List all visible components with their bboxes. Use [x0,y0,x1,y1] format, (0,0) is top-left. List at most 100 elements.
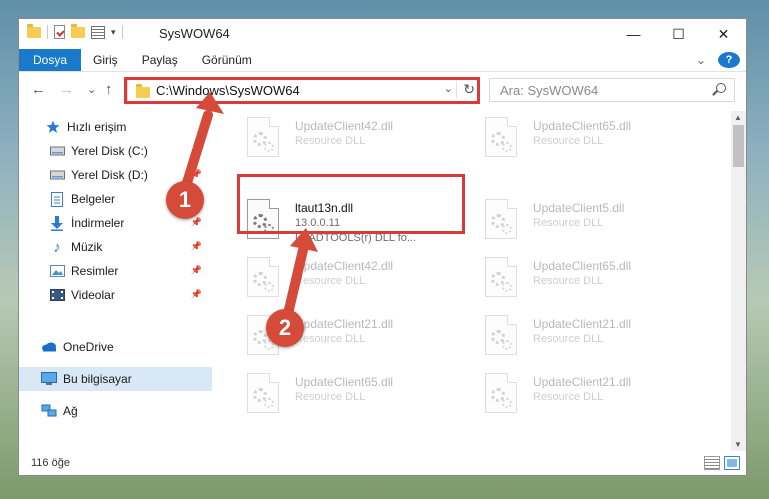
folder-icon [27,23,41,38]
pin-icon[interactable]: 📌 [191,145,202,156]
navigation-pane: Hızlı erişim Yerel Disk (C:) 📌 Yerel Dis… [19,111,212,451]
help-icon[interactable]: ? [718,52,740,68]
sidebar-item-local-disk-c[interactable]: Yerel Disk (C:) 📌 [19,139,212,163]
item-count: 116 öğe [31,457,70,469]
dll-file-icon [247,199,279,239]
tab-giris[interactable]: Giriş [81,49,130,71]
tiles-view-button[interactable] [724,456,740,470]
address-dropdown-icon[interactable]: ⌄ [444,82,453,95]
vertical-scrollbar[interactable]: ▲ ▼ [731,111,746,451]
file-type: Resource DLL [533,135,604,147]
videos-icon [49,287,65,303]
sidebar-item-this-pc[interactable]: Bu bilgisayar [19,367,212,391]
dll-file-icon [485,117,517,157]
address-path[interactable]: C:\Windows\SysWOW64 [156,83,300,98]
tab-gorunum[interactable]: Görünüm [190,49,264,71]
file-type: Resource DLL [295,135,366,147]
sidebar-item-pictures[interactable]: Resimler 📌 [19,259,212,283]
gear-icon [502,282,512,292]
file-name: UpdateClient21.dll [295,317,394,331]
sidebar-item-label: Yerel Disk (C:) [71,144,148,158]
file-description: LEADTOOLS(r) DLL fo... [295,232,417,244]
sidebar-item-onedrive[interactable]: OneDrive [19,335,212,359]
sidebar-item-label: Bu bilgisayar [63,372,132,386]
recent-locations-button[interactable]: ⌄ [87,83,96,96]
file-name: UpdateClient65.dll [533,259,632,273]
close-button[interactable]: ✕ [701,19,746,49]
minimize-button[interactable]: — [611,19,656,49]
forward-button[interactable]: → [59,81,74,98]
pin-icon[interactable]: 📌 [191,289,202,300]
properties-icon[interactable] [54,25,65,39]
file-tile[interactable]: UpdateClient65.dll Resource DLL [475,113,700,169]
file-version: 13.0.0.11 [295,217,341,229]
drive-icon [49,167,65,183]
gear-icon [264,398,274,408]
sidebar-item-music[interactable]: ♪ Müzik 📌 [19,235,212,259]
file-name: UpdateClient65.dll [533,119,632,133]
file-type: Resource DLL [295,391,366,403]
up-button[interactable]: ↑ [105,81,113,98]
explorer-window: ▾ SysWOW64 — ☐ ✕ Dosya Giriş Paylaş Görü… [18,18,747,476]
sidebar-item-label: Resimler [71,264,119,278]
dll-file-icon [247,373,279,413]
search-placeholder[interactable]: Ara: SysWOW64 [500,83,598,98]
folder-icon [136,84,150,98]
file-tile[interactable]: UpdateClient42.dll Resource DLL [237,253,462,309]
maximize-button[interactable]: ☐ [656,19,701,49]
pin-icon[interactable]: 📌 [191,241,202,252]
file-tile[interactable]: UpdateClient21.dll Resource DLL [475,311,700,367]
sidebar-item-label: Müzik [71,240,103,254]
sidebar-item-label: Hızlı erişim [67,120,127,134]
status-bar: 116 öğe [19,453,746,475]
file-tile[interactable]: UpdateClient65.dll Resource DLL [475,253,700,309]
file-name: UpdateClient21.dll [533,375,632,389]
pin-icon[interactable]: 📌 [191,217,202,228]
file-tile-ltaut13n[interactable]: ltaut13n.dll 13.0.0.11 LEADTOOLS(r) DLL … [237,195,462,251]
tab-paylas[interactable]: Paylaş [130,49,190,71]
file-name: UpdateClient65.dll [295,375,394,389]
view-icon[interactable] [91,25,105,39]
document-icon [49,191,65,207]
pictures-icon [49,263,65,279]
sidebar-item-videos[interactable]: Videolar 📌 [19,283,212,307]
back-button[interactable]: ← [31,81,46,98]
file-type: Resource DLL [533,391,604,403]
window-title: SysWOW64 [159,26,230,41]
details-view-button[interactable] [704,456,720,470]
sidebar-item-network[interactable]: Ağ [19,399,212,423]
scrollbar-thumb[interactable] [733,125,744,167]
address-bar[interactable]: C:\Windows\SysWOW64 ⌄ ↻ [127,78,480,102]
refresh-button[interactable]: ↻ [456,81,475,98]
music-icon: ♪ [53,238,61,256]
sidebar-item-label: OneDrive [63,340,114,354]
star-icon [45,119,61,135]
expand-ribbon-icon[interactable]: ⌄ [684,49,718,71]
cloud-icon [41,339,57,355]
pin-icon[interactable]: 📌 [191,169,202,180]
tab-dosya[interactable]: Dosya [19,49,82,71]
pin-icon[interactable]: 📌 [191,265,202,276]
file-list: UpdateClient42.dll Resource DLL ltaut13n… [227,111,732,455]
scroll-down-arrow[interactable]: ▼ [734,440,742,449]
file-tile[interactable]: UpdateClient21.dll Resource DLL [475,369,700,425]
view-switcher [704,456,740,470]
gear-icon [502,340,512,350]
dll-file-icon [485,257,517,297]
scroll-up-arrow[interactable]: ▲ [734,113,742,122]
search-box[interactable]: Ara: SysWOW64 [489,78,735,102]
computer-icon [41,371,57,387]
gear-icon [264,224,274,234]
file-tile[interactable]: UpdateClient65.dll Resource DLL [237,369,462,425]
customize-toolbar-icon[interactable]: ▾ [111,27,116,38]
sidebar-item-quick-access[interactable]: Hızlı erişim [19,115,212,139]
file-tile[interactable]: UpdateClient42.dll Resource DLL [237,113,462,169]
file-name: UpdateClient42.dll [295,119,394,133]
sidebar-item-label: İndirmeler [71,216,125,230]
window-controls: — ☐ ✕ [611,19,746,49]
new-folder-icon[interactable] [71,23,85,38]
title-bar: ▾ SysWOW64 — ☐ ✕ [19,19,746,49]
sidebar-item-label: Ağ [63,404,78,418]
search-icon[interactable] [716,83,726,93]
file-tile[interactable]: UpdateClient5.dll Resource DLL [475,195,700,251]
